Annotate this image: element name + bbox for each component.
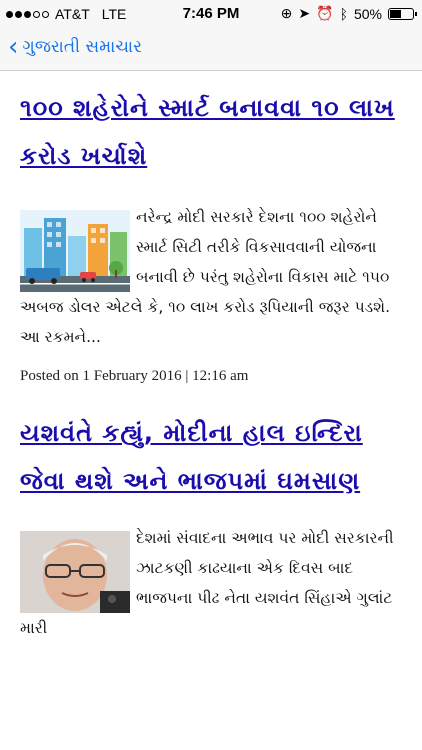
article-item: ૧૦૦ શહેરોને સ્માર્ટ બનાવવા ૧૦ લાખ કરોડ ખ… (20, 84, 406, 385)
article-item: યશવંતે કહ્યું, મોદીના હાલ ઇન્દિરા જેવા થ… (20, 409, 406, 643)
back-button-label: ગુજરાતી સમાચાર (22, 37, 142, 57)
location-icon: ➤ (298, 5, 311, 21)
rotation-lock-icon: ⊕ (280, 5, 293, 21)
bluetooth-icon: ᛒ (339, 5, 348, 22)
article-title-link[interactable]: યશવંતે કહ્યું, મોદીના હાલ ઇન્દિરા જેવા થ… (20, 409, 406, 505)
article-title-link[interactable]: ૧૦૦ શહેરોને સ્માર્ટ બનાવવા ૧૦ લાખ કરોડ ખ… (20, 84, 406, 180)
alarm-icon: ⏰ (316, 5, 334, 21)
battery-icon (388, 7, 417, 20)
navigation-bar: ‹ ગુજરાતી સમાચાર (0, 28, 422, 71)
article-summary-block: નરેન્દ્ર મોદી સરકારે દેશના ૧૦૦ શહેરોને સ… (20, 202, 406, 352)
article-thumbnail[interactable] (20, 210, 130, 292)
article-posted-date: Posted on 1 February 2016 | 12:16 am (20, 368, 249, 384)
status-right: ⊕ ➤ ⏰ ᛒ 50% (280, 5, 417, 22)
article-thumbnail[interactable] (20, 531, 130, 613)
back-button[interactable]: ‹ ગુજરાતી સમાચાર (8, 32, 142, 62)
status-bar: AT&T LTE 7:46 PM ⊕ ➤ ⏰ ᛒ 50% (0, 0, 422, 28)
battery-percent: 50% (353, 5, 382, 22)
article-list: ૧૦૦ શહેરોને સ્માર્ટ બનાવવા ૧૦ લાખ કરોડ ખ… (20, 84, 406, 661)
chevron-left-icon: ‹ (8, 32, 19, 62)
article-summary-block: દેશમાં સંવાદના અભાવ પર મોદી સરકારની ઝાટક… (20, 523, 406, 643)
